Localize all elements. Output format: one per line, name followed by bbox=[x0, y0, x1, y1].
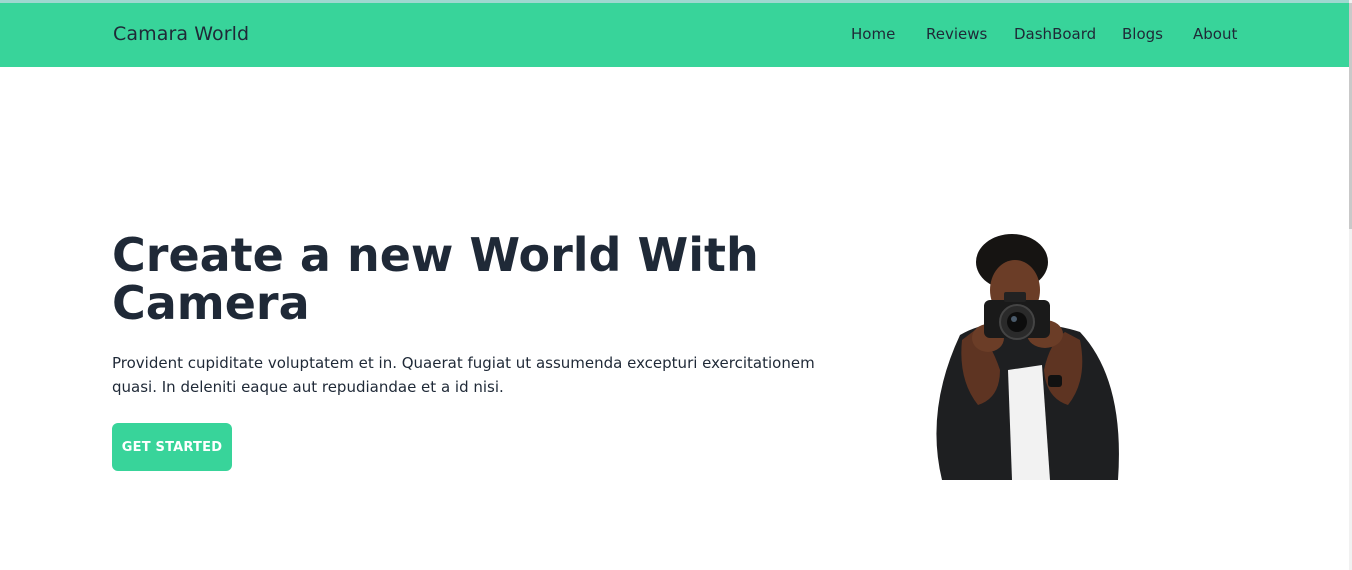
nav-menu: Home Reviews DashBoard Blogs About bbox=[0, 25, 1349, 49]
wristwatch bbox=[1048, 375, 1062, 387]
nav-link-dashboard[interactable]: DashBoard bbox=[1014, 25, 1096, 43]
nav-link-home[interactable]: Home bbox=[851, 25, 895, 43]
nav-link-about[interactable]: About bbox=[1193, 25, 1237, 43]
camera-lens-inner bbox=[1007, 312, 1027, 332]
get-started-button[interactable]: GET STARTED bbox=[112, 423, 232, 471]
navbar: Camara World Home Reviews DashBoard Blog… bbox=[0, 3, 1349, 67]
hero-title: Create a new World With Camera bbox=[112, 228, 759, 330]
lens-reflection bbox=[1011, 316, 1017, 322]
nav-link-blogs[interactable]: Blogs bbox=[1122, 25, 1163, 43]
hero-description: Provident cupiditate voluptatem et in. Q… bbox=[112, 354, 815, 396]
photographer-image bbox=[936, 234, 1119, 480]
camera-top bbox=[1004, 292, 1026, 302]
nav-link-reviews[interactable]: Reviews bbox=[926, 25, 987, 43]
